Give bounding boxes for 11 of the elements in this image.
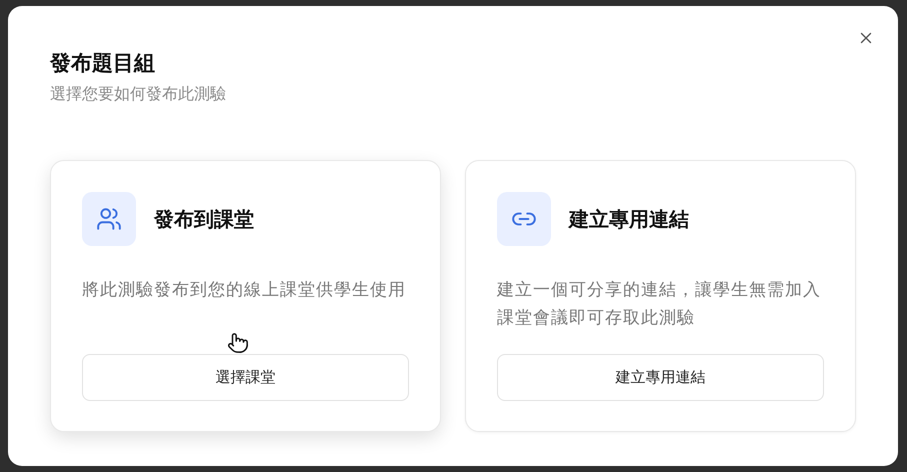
option-icon <box>82 192 136 246</box>
dialog-subtitle: 選擇您要如何發布此測驗 <box>50 83 227 105</box>
hand-cursor-icon <box>227 332 249 354</box>
option-description: 建立一個可分享的連結，讓學生無需加入課堂會議即可存取此測驗 <box>497 279 822 330</box>
option-title: 發布到課堂 <box>154 206 254 233</box>
option-button[interactable]: 選擇課堂 <box>82 354 409 401</box>
dialog-title: 發布題目組 <box>50 50 156 77</box>
option-description: 將此測驗發布到您的線上課堂供學生使用 <box>82 279 407 302</box>
option-button[interactable]: 建立專用連結 <box>497 354 824 401</box>
option-icon <box>497 192 551 246</box>
option-title: 建立專用連結 <box>569 206 689 233</box>
